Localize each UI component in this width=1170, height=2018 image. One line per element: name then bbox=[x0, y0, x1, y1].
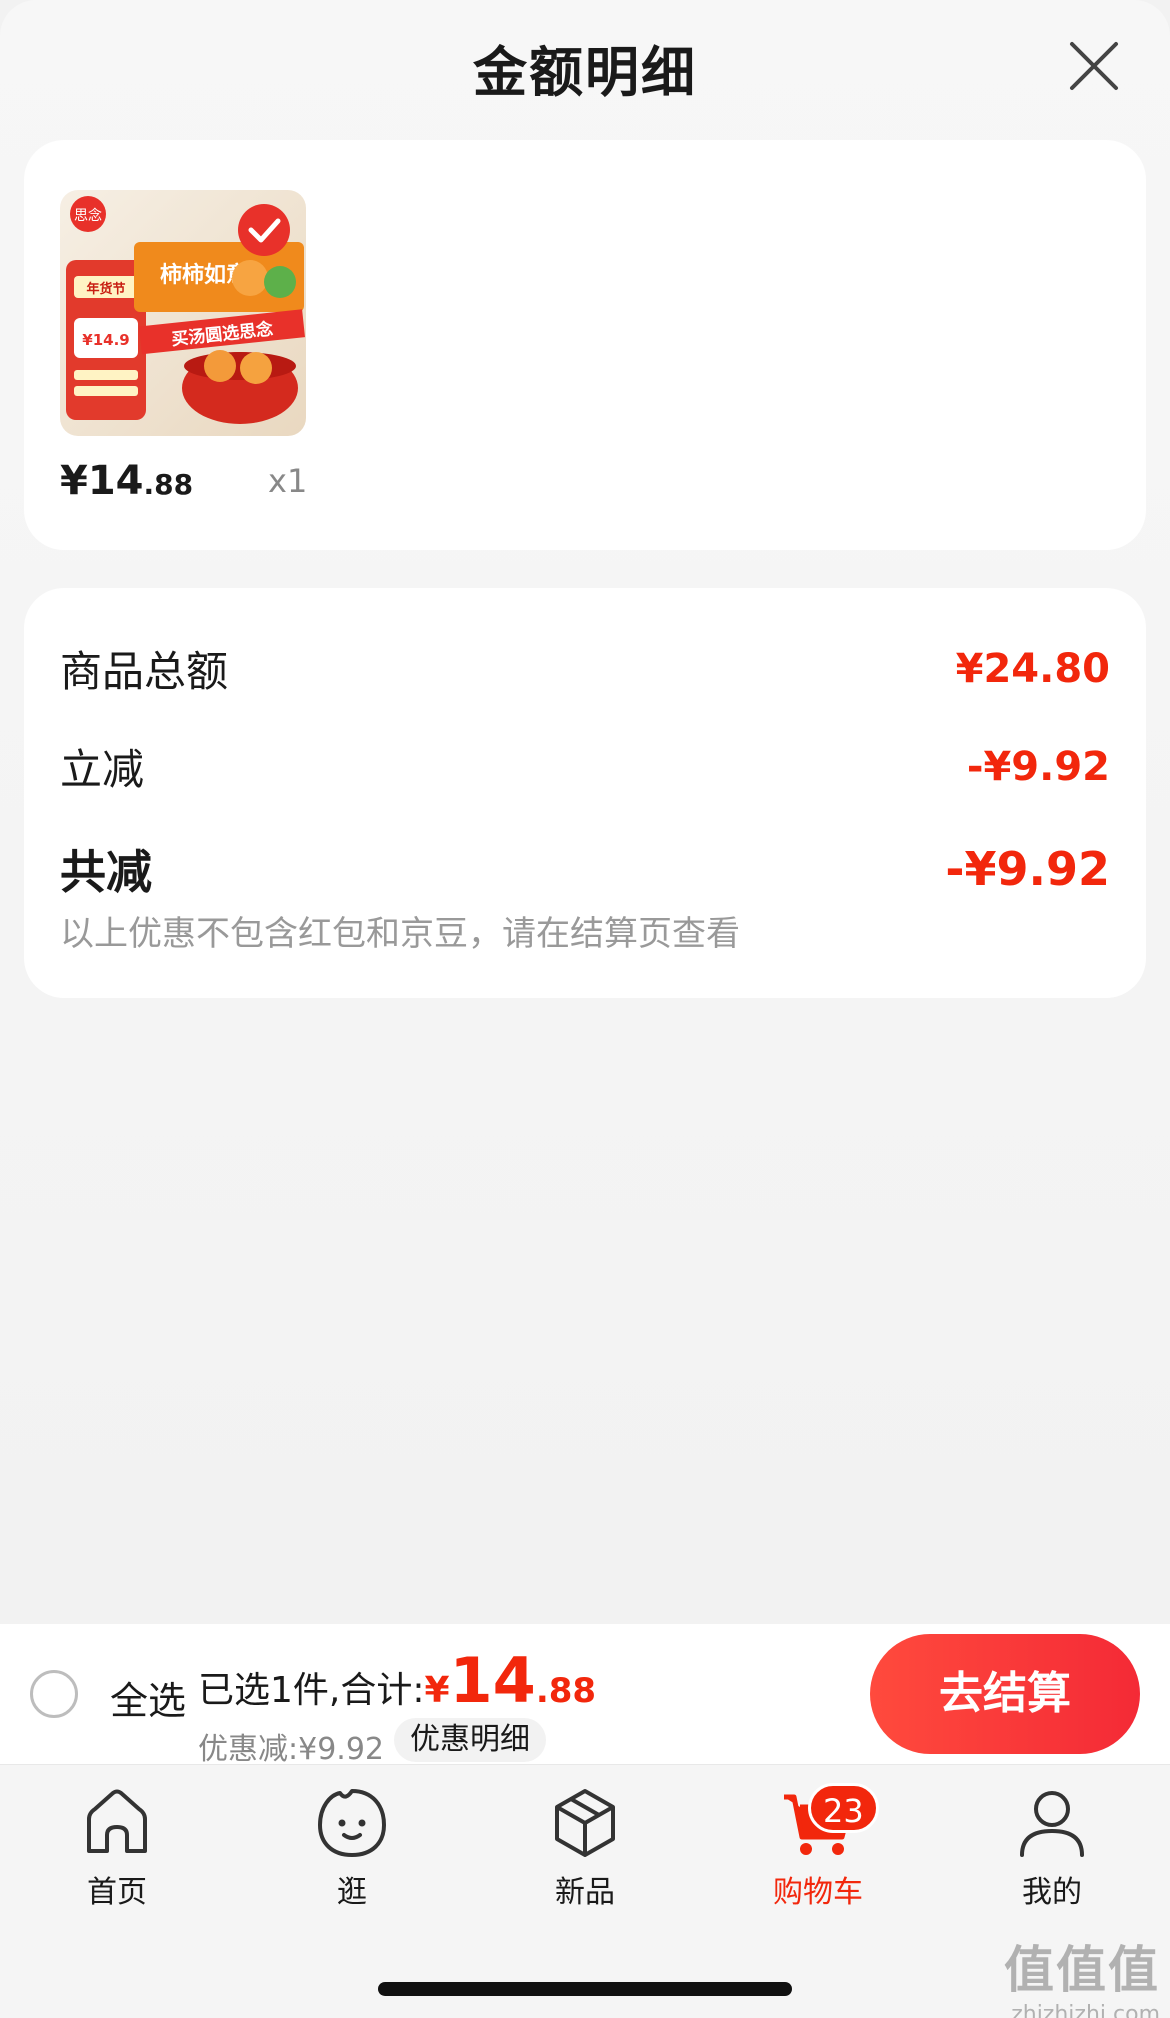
instant-discount-value: -¥9.92 bbox=[966, 743, 1110, 790]
product-quantity: x1 bbox=[268, 462, 308, 500]
subtotal-row: 商品总额 ¥24.80 bbox=[60, 638, 1110, 699]
new-products-icon bbox=[555, 1789, 615, 1857]
close-icon[interactable] bbox=[1064, 36, 1124, 96]
subtotal-value: ¥24.80 bbox=[955, 645, 1110, 692]
home-icon bbox=[87, 1789, 147, 1853]
page-title: 金额明细 bbox=[473, 41, 697, 104]
product-image-graphic: 思念 年货节 ¥14.9 柿柿如意 买汤圆选思念 bbox=[60, 190, 306, 436]
discount-summary: 优惠减:¥9.92 bbox=[198, 1732, 384, 1767]
total-decimal: .88 bbox=[535, 1671, 597, 1711]
bottom-tab-bar: 首页 逛 新品 23 购物车 我的 bbox=[0, 1764, 1170, 2018]
festival-label: 年货节 bbox=[86, 281, 125, 297]
watermark-url: zhizhizhi.com bbox=[1011, 2002, 1160, 2018]
product-image[interactable]: 思念 年货节 ¥14.9 柿柿如意 买汤圆选思念 bbox=[60, 190, 306, 436]
tab-new-products[interactable]: 新品 bbox=[515, 1785, 655, 1915]
watermark: 值值值 zhizhizhi.com bbox=[1004, 1930, 1160, 2018]
selected-count-text: 已选1件,合计: bbox=[198, 1670, 425, 1711]
checkout-button[interactable]: 去结算 bbox=[870, 1634, 1140, 1754]
total-currency: ¥ bbox=[424, 1670, 450, 1711]
total-discount-row: 共减 -¥9.92 bbox=[60, 836, 1110, 902]
discount-note: 以上优惠不包含红包和京豆，请在结算页查看 bbox=[60, 914, 740, 954]
discount-detail-button[interactable]: 优惠明细 bbox=[394, 1718, 546, 1762]
price-summary-card: 商品总额 ¥24.80 立减 -¥9.92 共减 -¥9.92 以上优惠不包含红… bbox=[24, 588, 1146, 998]
tab-cart[interactable]: 23 购物车 bbox=[748, 1783, 888, 1915]
tab-home[interactable]: 首页 bbox=[47, 1785, 187, 1915]
total-integer: 14 bbox=[449, 1644, 536, 1717]
tab-explore[interactable]: 逛 bbox=[282, 1785, 422, 1915]
checkout-bar: 全选 已选1件,合计:¥14.88 优惠减:¥9.92 优惠明细 去结算 bbox=[0, 1624, 1170, 1767]
instant-discount-label: 立减 bbox=[60, 745, 145, 794]
selected-total: 已选1件,合计:¥14.88 bbox=[198, 1644, 596, 1717]
price-tag-label: ¥14.9 bbox=[82, 331, 129, 349]
tab-home-label: 首页 bbox=[87, 1875, 147, 1910]
select-all-checkbox[interactable] bbox=[30, 1670, 78, 1718]
select-all-label[interactable]: 全选 bbox=[110, 1670, 186, 1725]
watermark-logo: 值值值 bbox=[1004, 1941, 1160, 1999]
subtotal-label: 商品总额 bbox=[60, 647, 229, 696]
product-card: 思念 年货节 ¥14.9 柿柿如意 买汤圆选思念 ¥14.88 x1 bbox=[24, 140, 1146, 550]
amount-detail-sheet: 金额明细 思念 年货节 ¥14.9 柿柿如意 买汤圆选思念 ¥14.88 x1 … bbox=[0, 0, 1170, 1620]
total-discount-label: 共减 bbox=[60, 845, 152, 899]
brand-label: 思念 bbox=[74, 207, 102, 224]
profile-icon bbox=[1020, 1791, 1084, 1857]
tab-explore-label: 逛 bbox=[337, 1875, 367, 1910]
tab-profile-label: 我的 bbox=[1022, 1875, 1082, 1910]
sheet-header: 金额明细 bbox=[0, 0, 1170, 130]
tab-new-products-label: 新品 bbox=[555, 1875, 615, 1910]
home-indicator bbox=[378, 1982, 792, 1996]
explore-icon bbox=[318, 1789, 386, 1857]
tab-cart-label: 购物车 bbox=[773, 1875, 863, 1910]
total-discount-value: -¥9.92 bbox=[945, 842, 1110, 896]
cart-badge: 23 bbox=[808, 1783, 879, 1833]
instant-discount-row: 立减 -¥9.92 bbox=[60, 736, 1110, 797]
product-price: ¥14.88 bbox=[60, 458, 194, 504]
tab-profile[interactable]: 我的 bbox=[982, 1785, 1122, 1915]
